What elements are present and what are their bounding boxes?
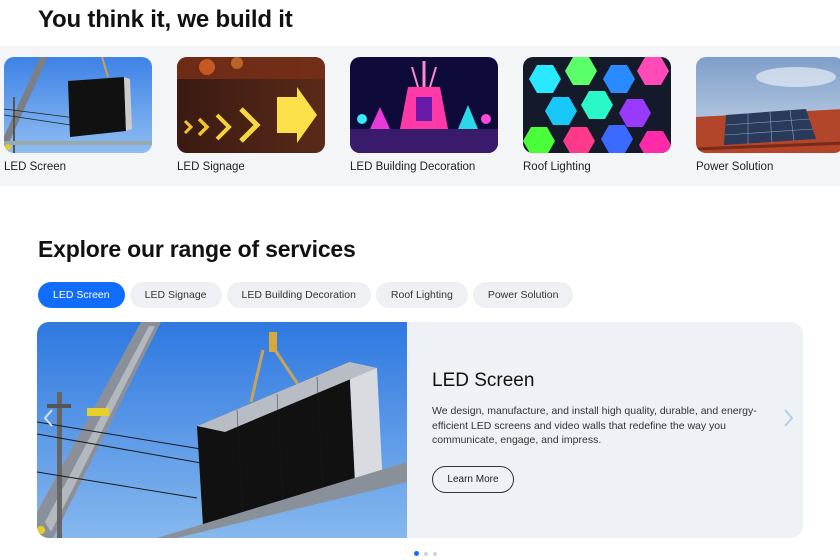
product-card-label: LED Building Decoration [350,161,476,173]
tab-led-building-decoration[interactable]: LED Building Decoration [226,282,371,308]
product-card-label: LED Signage [177,161,245,173]
tab-led-screen[interactable]: LED Screen [38,282,125,308]
led-screen-thumbnail [4,57,152,153]
hero-title: You think it, we build it [38,6,293,33]
product-card-label: Roof Lighting [523,161,591,173]
product-card-label: Power Solution [696,161,774,173]
service-panel-title: LED Screen [432,370,535,391]
product-card-roof-lighting[interactable]: Roof Lighting [523,57,673,173]
chevron-left-icon[interactable] [41,408,57,428]
pagination-dot[interactable] [414,551,419,556]
product-card-led-screen[interactable]: LED Screen [4,57,154,173]
tab-power-solution[interactable]: Power Solution [472,282,574,308]
learn-more-button[interactable]: Learn More [432,466,514,493]
service-panel-content: LED Screen We design, manufacture, and i… [432,370,782,448]
pagination-dot[interactable] [433,551,437,556]
tab-roof-lighting[interactable]: Roof Lighting [375,282,468,308]
service-panel: LED Screen We design, manufacture, and i… [37,322,803,538]
led-screen-hero-image [37,322,407,538]
services-title: Explore our range of services [38,236,356,262]
pagination-dot[interactable] [424,551,428,556]
product-card-led-signage[interactable]: LED Signage [177,57,327,173]
led-signage-thumbnail [177,57,325,153]
chevron-right-icon[interactable] [780,408,796,428]
product-card-power-solution[interactable]: Power Solution [696,57,840,173]
product-card-led-building-decoration[interactable]: LED Building Decoration [350,57,500,173]
tab-led-signage[interactable]: LED Signage [129,282,222,308]
services-tabs: LED Screen LED Signage LED Building Deco… [38,282,574,308]
roof-lighting-thumbnail [523,57,671,153]
product-card-label: LED Screen [4,161,67,173]
power-solution-thumbnail [696,57,840,153]
led-building-decoration-thumbnail [350,57,498,153]
carousel-pagination [414,551,437,556]
service-panel-description: We design, manufacture, and install high… [432,405,757,446]
